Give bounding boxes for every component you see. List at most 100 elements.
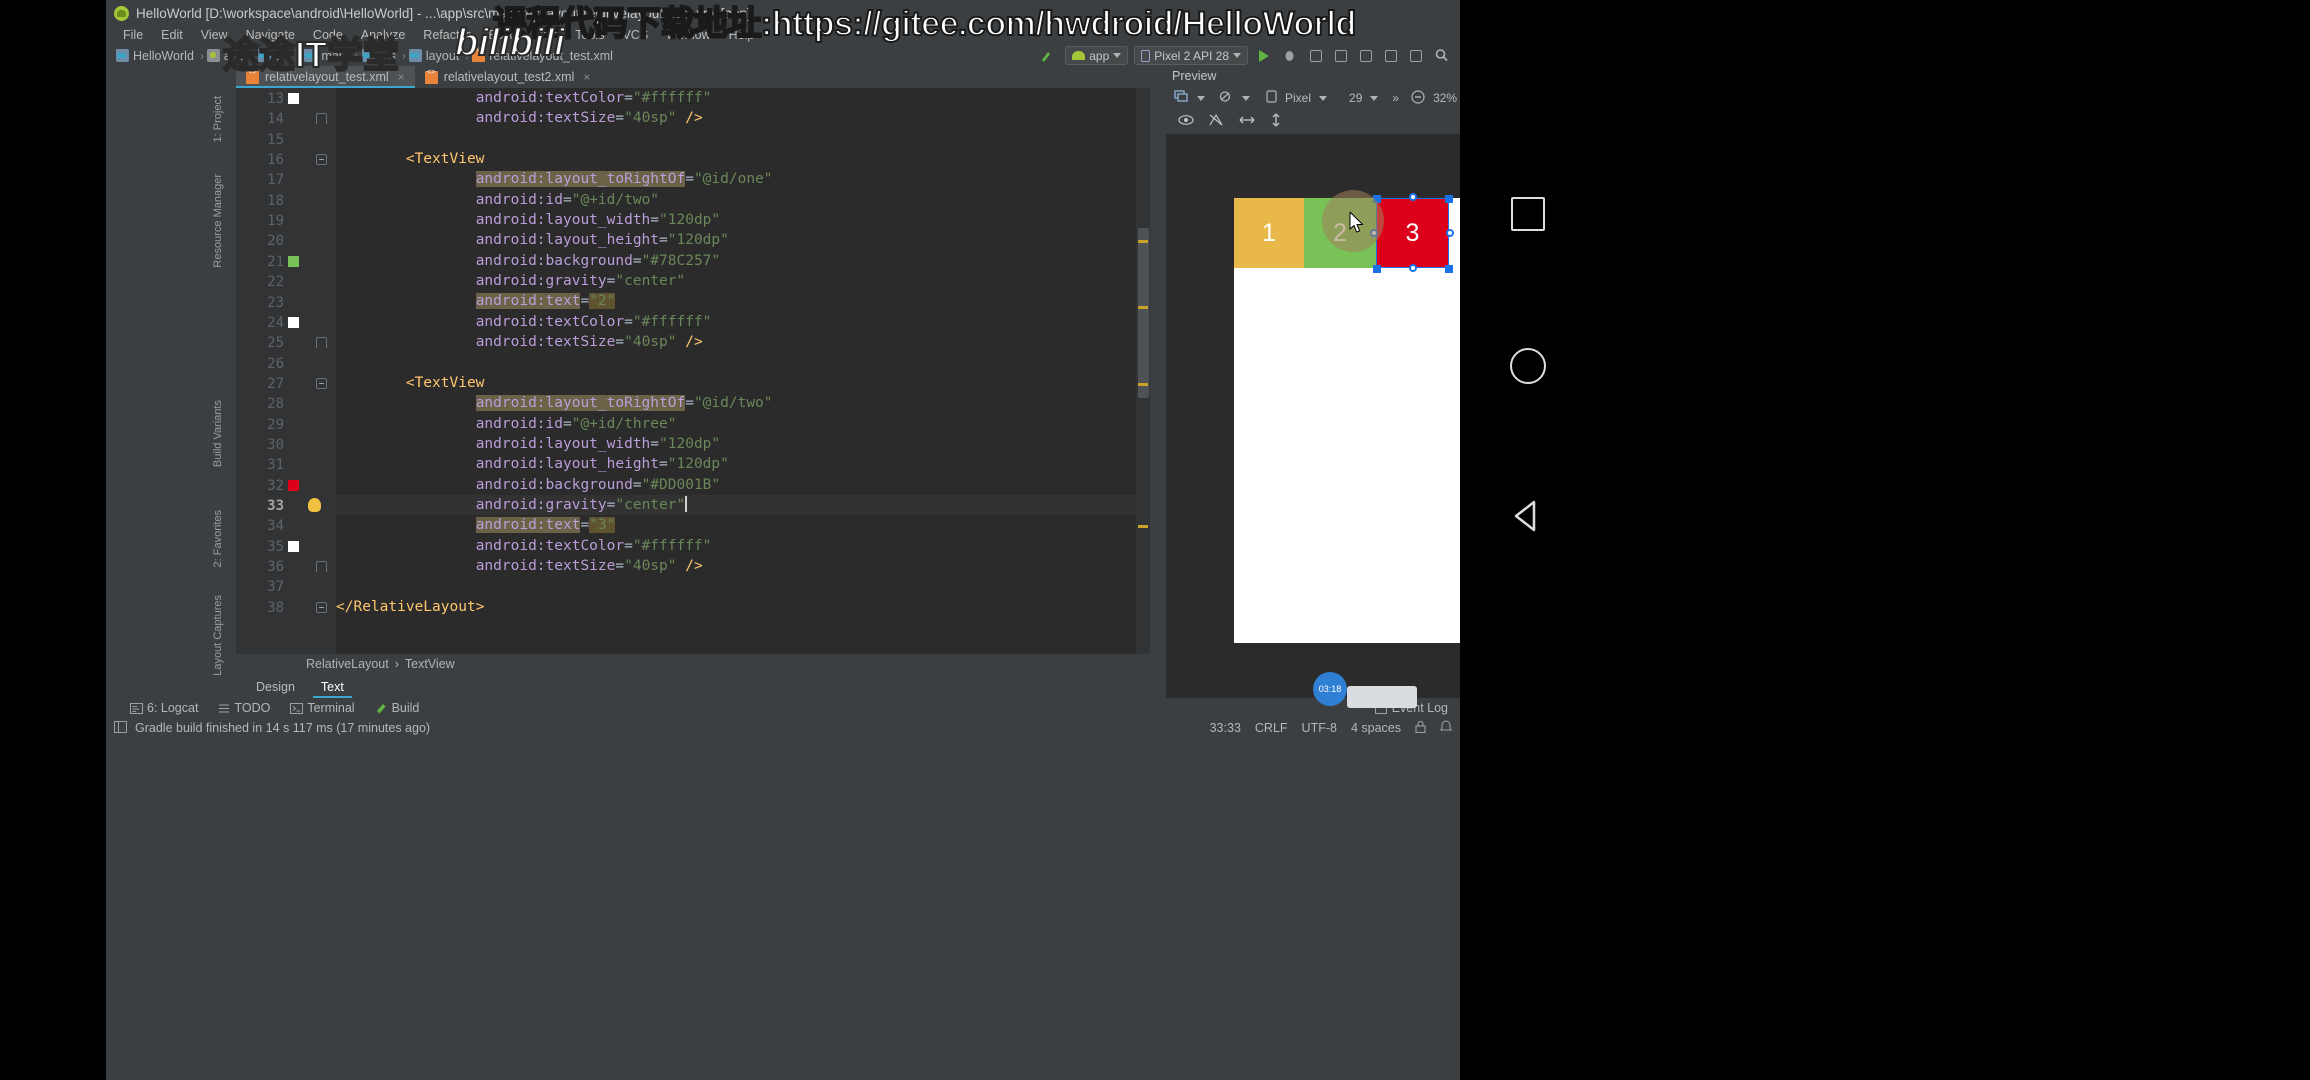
search-button[interactable]	[1431, 46, 1452, 65]
triangle-back-icon[interactable]	[1508, 498, 1544, 539]
lock-icon[interactable]	[1415, 721, 1426, 736]
code-line[interactable]: android:text="2"	[336, 291, 1150, 311]
code-fold-end-icon[interactable]	[316, 113, 327, 124]
stop-button[interactable]	[1356, 46, 1375, 65]
code-line[interactable]: android:textSize="40sp" />	[336, 108, 1150, 128]
status-toggle-icon[interactable]	[114, 721, 127, 736]
hide-constraints-icon[interactable]	[1208, 113, 1224, 130]
constraint-anchor-bottom[interactable]	[1409, 264, 1417, 272]
code-line[interactable]: android:background="#DD001B"	[336, 475, 1150, 495]
code-line[interactable]: android:textColor="#ffffff"	[336, 312, 1150, 332]
code-line[interactable]: </RelativeLayout>	[336, 597, 1150, 617]
sdk-manager-button[interactable]	[1406, 46, 1425, 65]
editor-tab-relativelayout_test2[interactable]: relativelayout_test2.xml ×	[415, 66, 601, 88]
code-line[interactable]: android:background="#78C257"	[336, 251, 1150, 271]
color-gutter-swatch[interactable]	[288, 256, 299, 267]
code-line[interactable]: android:layout_width="120dp"	[336, 434, 1150, 454]
preview-box-1[interactable]: 1	[1234, 198, 1304, 268]
code-fold-icon[interactable]	[316, 602, 327, 613]
device-selector[interactable]: Pixel 2 API 28	[1134, 46, 1248, 65]
code-line[interactable]: android:layout_toRightOf="@id/two"	[336, 393, 1150, 413]
code-line[interactable]: <TextView	[336, 373, 1150, 393]
indent-setting[interactable]: 4 spaces	[1351, 721, 1401, 735]
selection-handle-br[interactable]	[1445, 265, 1453, 273]
menu-item-edit[interactable]: Edit	[152, 28, 192, 42]
code-line[interactable]	[336, 352, 1150, 372]
tab-design[interactable]: Design	[244, 678, 307, 698]
code-fold-icon[interactable]	[316, 378, 327, 389]
code-line[interactable]: android:textSize="40sp" />	[336, 556, 1150, 576]
code-line[interactable]: android:gravity="center"	[336, 495, 1150, 515]
color-gutter-swatch[interactable]	[288, 480, 299, 491]
run-configuration-selector[interactable]: app	[1065, 46, 1128, 65]
sidebar-item-resource-manager[interactable]: Resource Manager	[212, 172, 236, 270]
scrollbar-thumb[interactable]	[1138, 228, 1149, 398]
caret-position[interactable]: 33:33	[1210, 721, 1241, 735]
warning-marker[interactable]	[1138, 240, 1148, 243]
code-fold-end-icon[interactable]	[316, 337, 327, 348]
color-gutter-swatch[interactable]	[288, 541, 299, 552]
code-line[interactable]: android:gravity="center"	[336, 271, 1150, 291]
bottom-item-logcat[interactable]: 6: Logcat	[130, 701, 198, 715]
close-icon[interactable]: ×	[583, 70, 590, 84]
breadcrumb-helloworld[interactable]: HelloWorld	[116, 49, 194, 63]
code-lines[interactable]: android:textColor="#ffffff" android:text…	[336, 88, 1150, 654]
color-gutter-swatch[interactable]	[288, 317, 299, 328]
square-recents-icon[interactable]	[1511, 197, 1545, 231]
bottom-item-build[interactable]: Build	[375, 701, 420, 715]
avd-manager-button[interactable]	[1381, 46, 1400, 65]
chevron-down-icon[interactable]	[1242, 96, 1250, 101]
code-line[interactable]: android:layout_width="120dp"	[336, 210, 1150, 230]
warning-marker[interactable]	[1138, 306, 1148, 309]
menu-item-file[interactable]: File	[114, 28, 152, 42]
debug-button[interactable]	[1279, 46, 1300, 65]
chevron-down-icon[interactable]	[1197, 96, 1205, 101]
code-line[interactable]: android:textColor="#ffffff"	[336, 536, 1150, 556]
preview-api-label[interactable]: 29	[1349, 91, 1362, 105]
bottom-item-todo[interactable]: TODO	[218, 701, 270, 715]
horizontal-margin-icon[interactable]	[1238, 114, 1256, 129]
code-line[interactable]: android:layout_height="120dp"	[336, 230, 1150, 250]
code-fold-end-icon[interactable]	[316, 561, 327, 572]
constraint-anchor-right[interactable]	[1446, 229, 1454, 237]
breadcrumb-textview[interactable]: TextView	[405, 657, 455, 671]
breadcrumb-layout[interactable]: layout	[409, 49, 459, 63]
zoom-out-icon[interactable]	[1411, 90, 1425, 107]
line-separator[interactable]: CRLF	[1255, 721, 1288, 735]
chevron-down-icon[interactable]	[1370, 96, 1378, 101]
color-gutter-swatch[interactable]	[288, 93, 299, 104]
run-coverage-button[interactable]	[1306, 46, 1325, 65]
code-line[interactable]: <TextView	[336, 149, 1150, 169]
code-line[interactable]: android:text="3"	[336, 515, 1150, 535]
code-line[interactable]: android:layout_height="120dp"	[336, 454, 1150, 474]
code-fold-icon[interactable]	[316, 154, 327, 165]
sidebar-item-project[interactable]: 1: Project	[212, 94, 236, 144]
profiler-button[interactable]	[1331, 46, 1350, 65]
encoding[interactable]: UTF-8	[1302, 721, 1337, 735]
tab-text[interactable]: Text	[309, 678, 356, 698]
sidebar-item-layout-captures[interactable]: Layout Captures	[212, 593, 236, 678]
chevron-down-icon[interactable]	[1319, 96, 1327, 101]
blueprint-toggle-icon[interactable]	[1219, 90, 1234, 106]
device-preview-surface[interactable]: 1 2 3	[1234, 198, 1460, 643]
make-project-icon[interactable]	[1037, 46, 1059, 65]
eye-icon[interactable]	[1178, 114, 1194, 129]
preview-device-label[interactable]: Pixel	[1285, 91, 1311, 105]
code-line[interactable]: android:id="@+id/three"	[336, 414, 1150, 434]
warning-marker[interactable]	[1138, 525, 1148, 528]
breadcrumb-relativelayout[interactable]: RelativeLayout	[306, 657, 389, 671]
notification-icon[interactable]	[1440, 720, 1452, 736]
constraint-anchor-top[interactable]	[1409, 193, 1417, 201]
bottom-item-terminal[interactable]: Terminal	[290, 701, 354, 715]
selection-handle-bl[interactable]	[1373, 265, 1381, 273]
selection-handle-tr[interactable]	[1445, 195, 1453, 203]
circle-home-icon[interactable]	[1510, 348, 1546, 384]
intention-bulb-icon[interactable]	[308, 498, 321, 512]
code-line[interactable]: android:layout_toRightOf="@id/one"	[336, 169, 1150, 189]
run-button[interactable]	[1254, 46, 1273, 65]
code-line[interactable]: android:id="@+id/two"	[336, 190, 1150, 210]
preview-canvas[interactable]: 1 2 3	[1166, 134, 1460, 698]
overflow-icon[interactable]: »	[1392, 91, 1399, 105]
code-line[interactable]	[336, 576, 1150, 596]
code-line[interactable]	[336, 129, 1150, 149]
